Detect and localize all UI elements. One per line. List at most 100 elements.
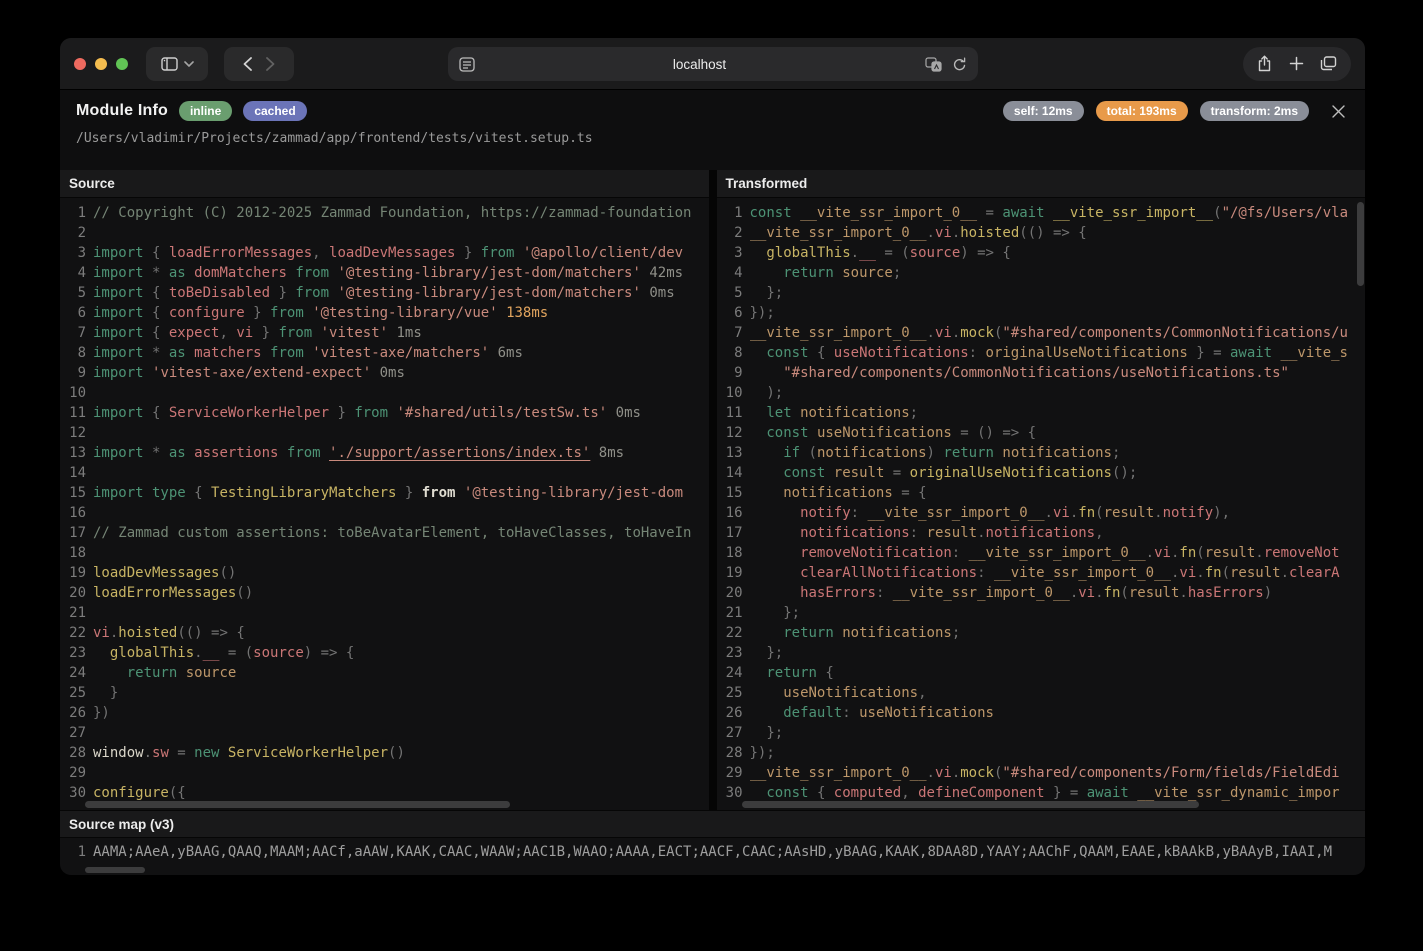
code-line: 3 globalThis.__ = (source) => { xyxy=(734,245,1011,261)
code-line: 30 const { computed, defineComponent } =… xyxy=(725,785,1340,801)
code-line: 20 hasErrors: __vite_ssr_import_0__.vi.f… xyxy=(725,585,1273,601)
panel-title: Source xyxy=(69,176,115,191)
close-window-button[interactable] xyxy=(74,57,86,70)
reader-icon[interactable] xyxy=(458,56,475,72)
chevron-down-icon xyxy=(183,60,194,67)
tabs-overview-button[interactable] xyxy=(1320,56,1337,71)
sourcemap-mappings: AAMA;AAeA,yBAAG,QAAQ,MAAM;AACf,aAAW,KAAK… xyxy=(93,844,1333,860)
code-line: 29 __vite_ssr_import_0__.vi.mock("#shared… xyxy=(725,765,1340,781)
code-line: 29 xyxy=(69,765,86,781)
code-line: 6}); xyxy=(734,305,775,321)
panel-header: Transformed xyxy=(716,170,1365,198)
code-line: 4 import * as domMatchers from '@testing-… xyxy=(77,265,684,281)
code-line: 24 return source xyxy=(69,665,237,681)
code-line: 17 notifications: result.notifications, xyxy=(725,525,1104,541)
badge-inline: inline xyxy=(178,101,233,121)
code-line: 16 notify: __vite_ssr_import_0__.vi.fn(r… xyxy=(725,505,1231,521)
badge-self-time: self: 12ms xyxy=(1002,101,1084,121)
code-line: 9 import 'vitest-axe/extend-expect' 0ms xyxy=(77,365,405,381)
code-line: 8 const { useNotifications: originalUseN… xyxy=(734,345,1348,361)
translate-icon[interactable] xyxy=(924,56,942,72)
module-file-path: /Users/vladimir/Projects/zammad/app/fron… xyxy=(76,131,593,146)
code-line: 9 "#shared/components/CommonNotification… xyxy=(734,365,1289,381)
code-line: 22 vi.hoisted(() => { xyxy=(69,625,245,641)
reload-icon[interactable] xyxy=(952,57,967,72)
code-line: 19 clearAllNotifications: __vite_ssr_imp… xyxy=(725,565,1340,581)
badge-cached: cached xyxy=(243,101,307,121)
forward-button[interactable] xyxy=(266,56,275,71)
browser-window: localhost Module Info inline cached self… xyxy=(60,38,1365,875)
panel-title: Transformed xyxy=(725,176,808,191)
browser-toolbar: localhost xyxy=(60,38,1365,90)
code-line: 7 __vite_ssr_import_0__.vi.mock("#shared/… xyxy=(734,325,1348,341)
badge-transform-time: transform: 2ms xyxy=(1199,101,1309,121)
code-line: 21 xyxy=(69,605,86,621)
code-line: 23 }; xyxy=(725,645,784,661)
code-line: 18 xyxy=(69,545,86,561)
code-line: 27 }; xyxy=(725,725,784,741)
zoom-window-button[interactable] xyxy=(116,57,128,70)
code-line: 2 __vite_ssr_import_0__.vi.hoisted(() => … xyxy=(734,225,1087,241)
sourcemap-line-number: 1 xyxy=(77,844,86,860)
code-line: 14 const result = originalUseNotificatio… xyxy=(725,465,1138,481)
code-line: 5 }; xyxy=(734,285,784,301)
address-bar[interactable]: localhost xyxy=(447,47,978,81)
code-line: 12 const useNotifications = () => { xyxy=(725,425,1037,441)
code-line: 23 globalThis.__ = (source) => { xyxy=(69,645,355,661)
code-line: 24 return { xyxy=(725,665,834,681)
code-line: 6 import { configure } from '@testing-lib… xyxy=(77,305,549,321)
code-line: 1// Copyright (C) 2012-2025 Zammad Found… xyxy=(77,205,692,221)
share-button[interactable] xyxy=(1257,55,1272,72)
code-line: 12 xyxy=(69,425,86,441)
nav-buttons xyxy=(224,46,294,81)
code-line: 1 const __vite_ssr_import_0__ = await __v… xyxy=(734,205,1348,221)
code-line: 11 import { ServiceWorkerHelper } from '#… xyxy=(69,405,641,421)
url-text: localhost xyxy=(672,56,727,72)
code-lines[interactable]: 1 const __vite_ssr_import_0__ = await __v… xyxy=(717,198,1366,810)
toolbar-right-buttons xyxy=(1243,46,1351,81)
code-line: 7 import { expect, vi } from 'vitest' 1ms xyxy=(77,325,422,341)
panel-header: Source xyxy=(60,170,709,198)
code-line: 18 removeNotification: __vite_ssr_import… xyxy=(725,545,1340,561)
sidebar-toggle-button[interactable] xyxy=(146,46,208,81)
code-line: 25 } xyxy=(69,685,119,701)
back-button[interactable] xyxy=(243,56,252,71)
code-line: 15 notifications = { xyxy=(725,485,927,501)
code-line: 10 ); xyxy=(725,385,784,401)
code-line: 19 loadDevMessages() xyxy=(69,565,237,581)
status-badges: inline cached xyxy=(178,101,307,121)
sourcemap-title: Source map (v3) xyxy=(69,816,175,832)
sourcemap-h-scrollbar[interactable] xyxy=(85,867,145,873)
sourcemap-section: Source map (v3) 1 AAMA;AAeA,yBAAG,QAAQ,M… xyxy=(60,810,1365,875)
code-panel: Source 1// Copyright (C) 2012-2025 Zamma… xyxy=(60,170,709,810)
badge-total-time: total: 193ms xyxy=(1095,101,1188,121)
page-background: localhost Module Info inline cached self… xyxy=(0,0,1423,951)
sourcemap-header: Source map (v3) xyxy=(60,810,1365,838)
minimize-window-button[interactable] xyxy=(95,57,107,70)
new-tab-button[interactable] xyxy=(1289,56,1304,71)
sidebar-icon xyxy=(160,56,178,71)
vertical-scrollbar[interactable] xyxy=(1357,202,1364,286)
code-line: 26}) xyxy=(69,705,110,721)
code-line: 30 configure({ xyxy=(69,785,186,801)
code-line: 5 import { toBeDisabled } from '@testing-… xyxy=(77,285,675,301)
page-title: Module Info xyxy=(76,102,168,119)
code-line: 15 import type { TestingLibraryMatchers }… xyxy=(69,485,684,501)
code-lines[interactable]: 1// Copyright (C) 2012-2025 Zammad Found… xyxy=(60,198,709,810)
code-panels: Source 1// Copyright (C) 2012-2025 Zamma… xyxy=(60,170,1365,810)
code-line: 4 return source; xyxy=(734,265,902,281)
code-line: 16 xyxy=(69,505,86,521)
code-line: 20 loadErrorMessages() xyxy=(69,585,254,601)
code-line: 2 xyxy=(77,225,86,241)
horizontal-scrollbar[interactable] xyxy=(85,801,510,808)
code-line: 10 xyxy=(69,385,86,401)
code-line: 11 let notifications; xyxy=(725,405,919,421)
close-panel-button[interactable] xyxy=(1331,102,1349,120)
code-line: 26 default: useNotifications xyxy=(725,705,994,721)
code-line: 21 }; xyxy=(725,605,801,621)
horizontal-scrollbar[interactable] xyxy=(741,801,1199,808)
timing-badges: self: 12ms total: 193ms transform: 2ms xyxy=(1002,101,1309,121)
code-line: 28 window.sw = new ServiceWorkerHelper() xyxy=(69,745,405,761)
module-info-header: Module Info inline cached self: 12ms total… xyxy=(60,90,1365,170)
code-line: 13 if (notifications) return notificatio… xyxy=(725,445,1121,461)
